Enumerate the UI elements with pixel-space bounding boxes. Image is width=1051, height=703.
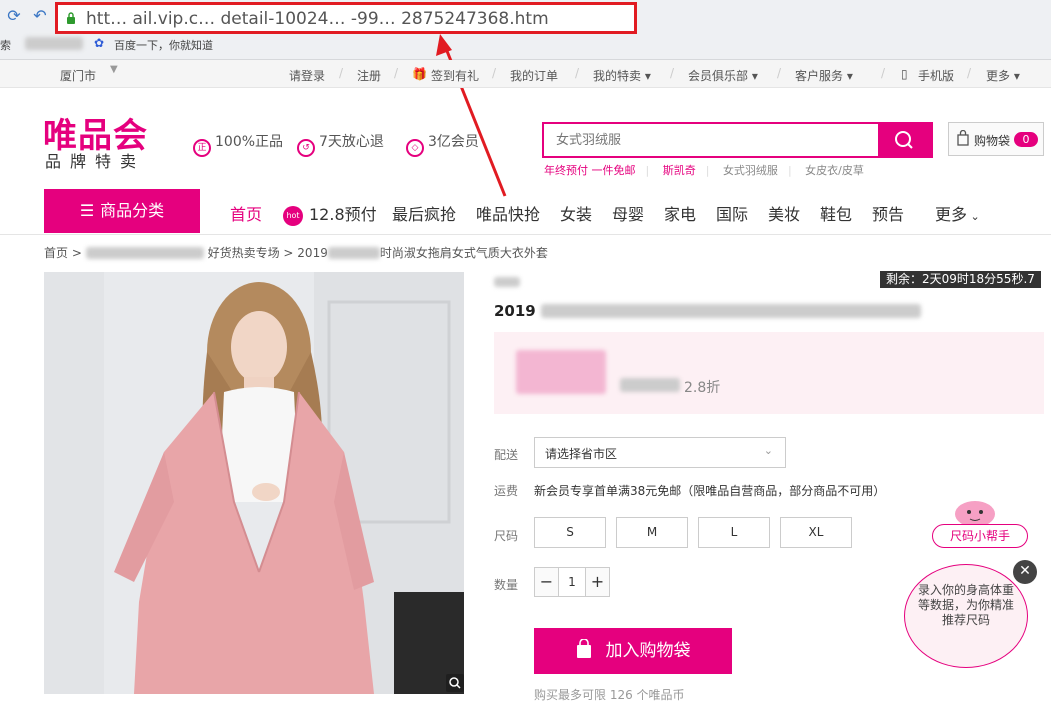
nav-shoes-bags[interactable]: 鞋包 bbox=[820, 201, 852, 225]
site-topbar: 厦门市 ▼ 请登录 / 注册 / 🎁 签到有礼 / 我的订单 / 我的特卖 ▾ … bbox=[0, 60, 1051, 88]
add-to-cart-button[interactable]: 加入购物袋 bbox=[534, 628, 732, 674]
menu-icon: ☰ bbox=[79, 201, 95, 220]
gift-icon: 🎁 bbox=[412, 67, 427, 81]
city-selector[interactable]: 厦门市 bbox=[60, 67, 96, 84]
nav-last-chance[interactable]: 最后疯抢 bbox=[392, 201, 456, 225]
promise-authentic: 正 100%正品 bbox=[193, 131, 283, 157]
purchase-limit-note: 购买最多可限 126 个唯品币 bbox=[534, 688, 685, 702]
checkin-link[interactable]: 签到有礼 bbox=[431, 67, 479, 84]
blurred-price bbox=[516, 350, 606, 394]
delivery-label: 配送 bbox=[494, 448, 519, 462]
region-select[interactable]: 请选择省市区 ⌄ bbox=[534, 437, 786, 468]
search-icon bbox=[895, 131, 913, 149]
size-option-s[interactable]: S bbox=[534, 517, 606, 548]
product-image[interactable] bbox=[44, 272, 464, 694]
nav-appliances[interactable]: 家电 bbox=[664, 201, 696, 225]
search-box bbox=[542, 122, 933, 158]
size-helper-title[interactable]: 尺码小帮手 bbox=[932, 524, 1028, 548]
breadcrumb: 首页 > 好货热卖专场 > 2019 时尚淑女拖肩女式气质大衣外套 bbox=[44, 246, 548, 260]
member-club-link[interactable]: 会员俱乐部 ▾ bbox=[688, 67, 758, 84]
cart-button[interactable]: 购物袋 0 bbox=[948, 122, 1044, 156]
mobile-link[interactable]: 手机版 bbox=[918, 67, 954, 84]
nav-presale[interactable]: hot 12.8预付 bbox=[283, 201, 377, 226]
truck-icon: ↺ bbox=[297, 139, 315, 157]
discount-label: 2.8折 bbox=[684, 380, 721, 396]
search-button[interactable] bbox=[878, 124, 931, 156]
nav-international[interactable]: 国际 bbox=[716, 201, 748, 225]
price-panel bbox=[494, 332, 1044, 414]
shield-icon: 正 bbox=[193, 139, 211, 157]
nav-preview[interactable]: 预告 bbox=[872, 201, 904, 225]
phone-icon: ▯ bbox=[901, 67, 908, 81]
size-helper-panel[interactable]: 录入你的身高体重等数据，为你精准推荐尺码 bbox=[904, 564, 1028, 668]
coat-model-illustration bbox=[44, 272, 464, 694]
close-icon[interactable]: ✕ bbox=[1013, 560, 1037, 584]
size-option-l[interactable]: L bbox=[698, 517, 770, 548]
freight-info: 新会员专享首单满38元免邮（限唯品自营商品，部分商品不可用） bbox=[534, 484, 886, 498]
size-label: 尺码 bbox=[494, 529, 519, 543]
nav-womens[interactable]: 女装 bbox=[560, 201, 592, 225]
nav-home[interactable]: 首页 bbox=[230, 201, 262, 225]
breadcrumb-brand-sale[interactable]: 好货热卖专场 bbox=[208, 246, 280, 260]
login-link[interactable]: 请登录 bbox=[289, 67, 325, 84]
promise-return: ↺ 7天放心退 bbox=[297, 131, 384, 157]
blurred-original-price bbox=[620, 378, 680, 392]
product-title: 2019 bbox=[494, 302, 921, 320]
customer-service-link[interactable]: 客户服务 ▾ bbox=[795, 67, 853, 84]
hot-words: 年终预付 一件免邮 | 斯凯奇 | 女式羽绒服 | 女皮衣/皮草 bbox=[544, 164, 864, 177]
my-sales-link[interactable]: 我的特卖 ▾ bbox=[593, 67, 651, 84]
quantity-label: 数量 bbox=[494, 578, 519, 592]
diamond-icon: ◇ bbox=[406, 139, 424, 157]
category-menu-button[interactable]: ☰ 商品分类 bbox=[44, 189, 200, 233]
bag-icon bbox=[576, 638, 591, 658]
my-orders-link[interactable]: 我的订单 bbox=[510, 67, 558, 84]
search-input[interactable] bbox=[544, 124, 880, 156]
promise-members: ◇ 3亿会员 bbox=[406, 131, 479, 157]
breadcrumb-product: 2019 时尚淑女拖肩女式气质大衣外套 bbox=[297, 246, 548, 260]
size-option-m[interactable]: M bbox=[616, 517, 688, 548]
freight-label: 运费 bbox=[494, 484, 519, 498]
bag-icon bbox=[957, 130, 969, 146]
nav-more[interactable]: 更多 ⌄ bbox=[935, 201, 980, 225]
breadcrumb-home[interactable]: 首页 bbox=[44, 246, 68, 260]
cart-label: 购物袋 bbox=[974, 134, 1011, 148]
blurred-brand bbox=[494, 277, 520, 287]
nav-beauty[interactable]: 美妆 bbox=[768, 201, 800, 225]
size-option-xl[interactable]: XL bbox=[780, 517, 852, 548]
hot-word[interactable]: 年终预付 一件免邮 bbox=[544, 164, 636, 177]
chevron-down-icon: ⌄ bbox=[763, 444, 773, 457]
nav-flash-sale[interactable]: 唯品快抢 bbox=[476, 201, 540, 225]
hot-word[interactable]: 斯凯奇 bbox=[663, 164, 696, 177]
mascot-icon bbox=[955, 501, 995, 527]
hot-word[interactable]: 女皮衣/皮草 bbox=[805, 164, 864, 177]
chevron-down-icon: ⌄ bbox=[967, 210, 980, 223]
zoom-icon[interactable] bbox=[446, 674, 464, 692]
cart-count-badge: 0 bbox=[1014, 132, 1038, 147]
quantity-input[interactable]: 1 bbox=[558, 567, 586, 597]
more-link[interactable]: 更多 ▾ bbox=[986, 67, 1020, 84]
chevron-down-icon: ▼ bbox=[110, 64, 118, 75]
nav-divider bbox=[0, 234, 1051, 235]
logo-tagline: 品牌特卖 bbox=[45, 152, 146, 171]
register-link[interactable]: 注册 bbox=[357, 67, 381, 84]
hot-word[interactable]: 女式羽绒服 bbox=[723, 164, 778, 177]
countdown-timer: 剩余：2天09时18分55秒.7 bbox=[880, 271, 1041, 288]
quantity-decrease-button[interactable]: − bbox=[534, 567, 559, 597]
blurred-text bbox=[85, 247, 204, 259]
hot-badge-icon: hot bbox=[283, 206, 303, 226]
nav-baby[interactable]: 母婴 bbox=[612, 201, 644, 225]
quantity-increase-button[interactable]: + bbox=[585, 567, 610, 597]
